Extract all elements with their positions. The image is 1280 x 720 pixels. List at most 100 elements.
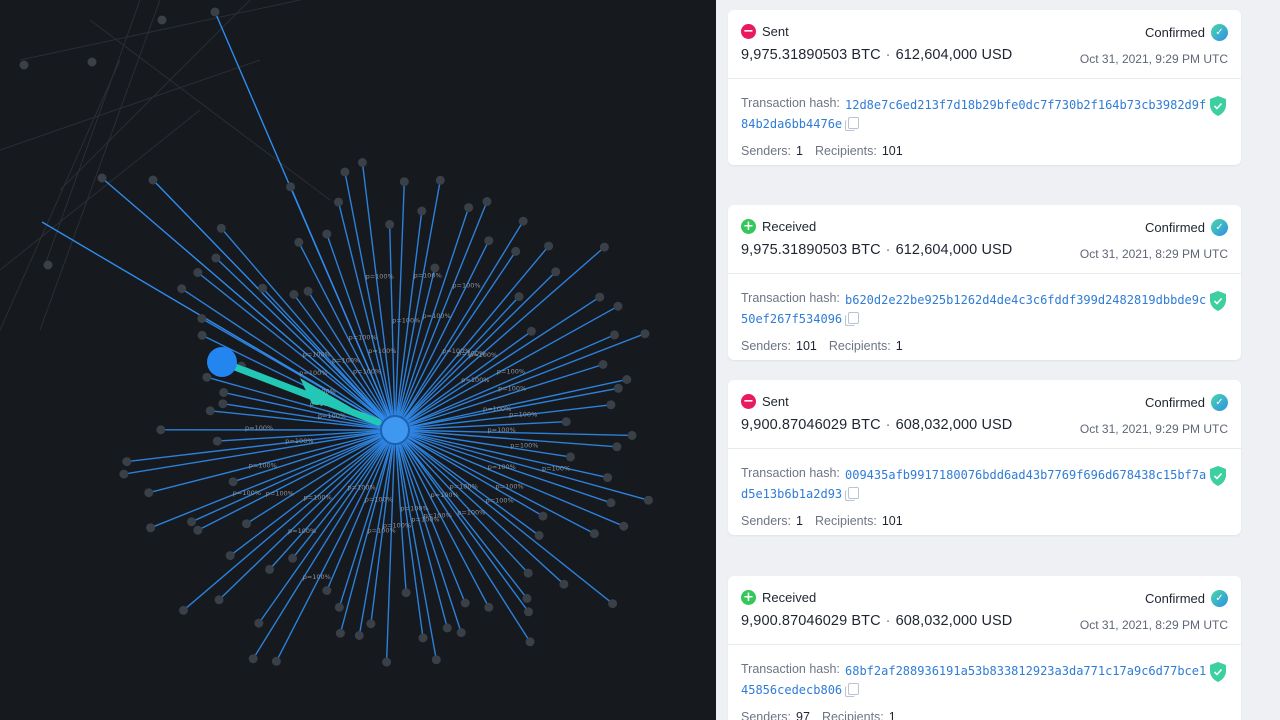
transaction-card[interactable]: + Received 9,900.87046029 BTC · 608,032,00…	[728, 576, 1241, 720]
address-node[interactable]	[599, 242, 609, 252]
address-node[interactable]	[248, 654, 258, 664]
address-node[interactable]	[177, 284, 187, 294]
address-node[interactable]	[524, 607, 533, 617]
address-node[interactable]	[303, 286, 313, 296]
transaction-card[interactable]: − Sent 9,975.31890503 BTC · 612,604,000 US…	[728, 10, 1241, 165]
address-node[interactable]	[122, 457, 132, 467]
center-node[interactable]	[380, 415, 410, 445]
address-node[interactable]	[214, 595, 224, 605]
address-node[interactable]	[335, 628, 345, 638]
transaction-card[interactable]: − Sent 9,900.87046029 BTC · 608,032,000 US…	[728, 380, 1241, 535]
address-node[interactable]	[442, 623, 452, 633]
address-node[interactable]	[608, 599, 618, 609]
graph-canvas[interactable]: p=100%p=100%p=100%p=100%p=100%p=100%p=10…	[0, 0, 716, 720]
copy-icon[interactable]	[845, 117, 860, 131]
transaction-graph[interactable]: p=100% p=100% p=100% p=100% p=100% p=100% p=10…	[0, 0, 716, 720]
address-node[interactable]	[514, 292, 524, 302]
transaction-hash[interactable]: 68bf2af288936191a53b833812923a3da771c17a…	[741, 664, 1206, 697]
address-node[interactable]	[334, 602, 344, 612]
copy-icon[interactable]	[845, 487, 860, 501]
address-node[interactable]	[207, 347, 237, 377]
address-node[interactable]	[613, 383, 623, 393]
address-node[interactable]	[197, 330, 207, 340]
address-node[interactable]	[464, 203, 474, 213]
address-node[interactable]	[205, 406, 215, 416]
address-node[interactable]	[242, 519, 251, 529]
address-node[interactable]	[148, 175, 158, 185]
transaction-hash-link[interactable]: 68bf2af288936191a53b833812923a3da771c17a…	[741, 662, 1209, 700]
address-node[interactable]	[619, 521, 629, 531]
address-node[interactable]	[254, 618, 264, 628]
copy-icon[interactable]	[845, 312, 860, 326]
address-node[interactable]	[627, 430, 637, 440]
transaction-hash[interactable]: 12d8e7c6ed213f7d18b29bfe0dc7f730b2f164b7…	[741, 98, 1206, 131]
address-node[interactable]	[385, 220, 395, 229]
address-node[interactable]	[417, 206, 427, 216]
address-node[interactable]	[322, 586, 332, 595]
address-node[interactable]	[334, 197, 343, 207]
address-node[interactable]	[431, 655, 441, 665]
address-node[interactable]	[146, 523, 156, 533]
address-node[interactable]	[179, 605, 188, 615]
address-node[interactable]	[526, 326, 536, 336]
address-node[interactable]	[219, 388, 229, 397]
address-node[interactable]	[640, 329, 650, 339]
address-node[interactable]	[97, 173, 107, 183]
address-node[interactable]	[559, 579, 569, 589]
address-node[interactable]	[518, 216, 528, 226]
address-node[interactable]	[286, 182, 296, 192]
address-node[interactable]	[511, 246, 521, 256]
address-node[interactable]	[265, 564, 275, 574]
address-node[interactable]	[484, 602, 494, 612]
address-node[interactable]	[595, 292, 605, 302]
address-node[interactable]	[544, 241, 554, 251]
address-node[interactable]	[271, 656, 281, 666]
address-node[interactable]	[613, 301, 623, 311]
address-node[interactable]	[322, 229, 332, 239]
address-node[interactable]	[366, 619, 376, 629]
address-node[interactable]	[225, 551, 235, 561]
address-node[interactable]	[211, 253, 221, 263]
address-node[interactable]	[289, 290, 299, 299]
address-node[interactable]	[193, 525, 203, 535]
address-node[interactable]	[399, 177, 409, 187]
address-node[interactable]	[523, 568, 533, 578]
address-node[interactable]	[87, 57, 97, 67]
address-node[interactable]	[603, 473, 613, 483]
address-node[interactable]	[612, 442, 622, 452]
address-node[interactable]	[288, 553, 298, 563]
address-node[interactable]	[534, 531, 544, 540]
transaction-card[interactable]: + Received 9,975.31890503 BTC · 612,604,00…	[728, 205, 1241, 360]
address-node[interactable]	[484, 236, 494, 246]
address-node[interactable]	[622, 375, 632, 384]
address-node[interactable]	[418, 633, 428, 643]
transactions-panel[interactable]: − Sent 9,975.31890503 BTC · 612,604,000 US…	[716, 0, 1280, 720]
address-node[interactable]	[187, 517, 197, 527]
address-node[interactable]	[525, 637, 535, 647]
address-node[interactable]	[561, 417, 571, 427]
address-node[interactable]	[610, 330, 619, 340]
address-node[interactable]	[228, 477, 238, 487]
address-node[interactable]	[197, 314, 207, 323]
copy-icon[interactable]	[845, 683, 860, 697]
address-node[interactable]	[435, 175, 445, 185]
transaction-hash[interactable]: b620d2e22be925b1262d4de4c3c6fddf399d2482…	[741, 293, 1206, 326]
address-node[interactable]	[522, 593, 532, 603]
address-node[interactable]	[218, 399, 228, 409]
address-node[interactable]	[606, 400, 616, 410]
transaction-hash[interactable]: 009435afb9917180076bdd6ad43b7769f696d678…	[741, 468, 1206, 501]
address-node[interactable]	[589, 529, 599, 539]
address-node[interactable]	[354, 631, 364, 640]
transaction-hash-link[interactable]: 12d8e7c6ed213f7d18b29bfe0dc7f730b2f164b7…	[741, 96, 1209, 134]
address-node[interactable]	[212, 436, 222, 446]
address-node[interactable]	[210, 7, 220, 17]
address-node[interactable]	[144, 488, 154, 498]
address-node[interactable]	[19, 60, 29, 70]
address-node[interactable]	[119, 469, 129, 479]
address-node[interactable]	[598, 360, 608, 369]
address-node[interactable]	[340, 167, 350, 177]
address-node[interactable]	[456, 628, 466, 638]
address-node[interactable]	[460, 598, 470, 608]
address-node[interactable]	[482, 197, 492, 206]
address-node[interactable]	[643, 495, 653, 505]
